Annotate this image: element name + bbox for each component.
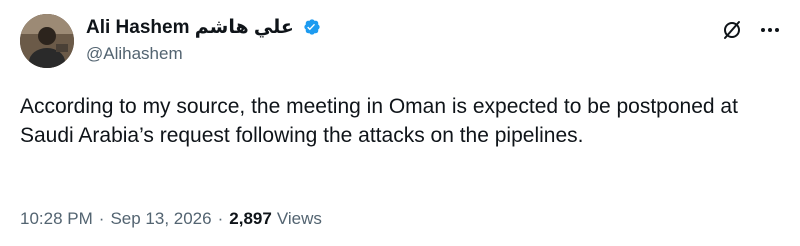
verified-badge-icon (302, 17, 322, 37)
author-block: Ali Hashem علي هاشم @Alihashem (86, 14, 322, 68)
avatar-image (20, 14, 74, 68)
more-options-icon[interactable] (758, 18, 782, 42)
top-actions (720, 18, 782, 42)
tweet-text: According to my source, the meeting in O… (20, 95, 738, 147)
meta-separator: · (217, 209, 224, 228)
tweet-meta: 10:28 PM · Sep 13, 2026 · 2,897 Views (20, 209, 322, 229)
grok-icon[interactable] (720, 18, 744, 42)
tweet-time[interactable]: 10:28 PM (20, 209, 93, 229)
avatar[interactable] (20, 14, 74, 68)
views-count: 2,897 (229, 209, 272, 228)
name-row: Ali Hashem علي هاشم (86, 14, 322, 40)
display-name[interactable]: Ali Hashem علي هاشم (86, 16, 294, 39)
tweet-card: Ali Hashem علي هاشم @Alihashem According… (0, 0, 800, 246)
views-label: Views (276, 209, 322, 228)
tweet-date[interactable]: Sep 13, 2026 (110, 209, 211, 229)
meta-separator: · (98, 209, 105, 228)
handle[interactable]: @Alihashem (86, 44, 322, 64)
